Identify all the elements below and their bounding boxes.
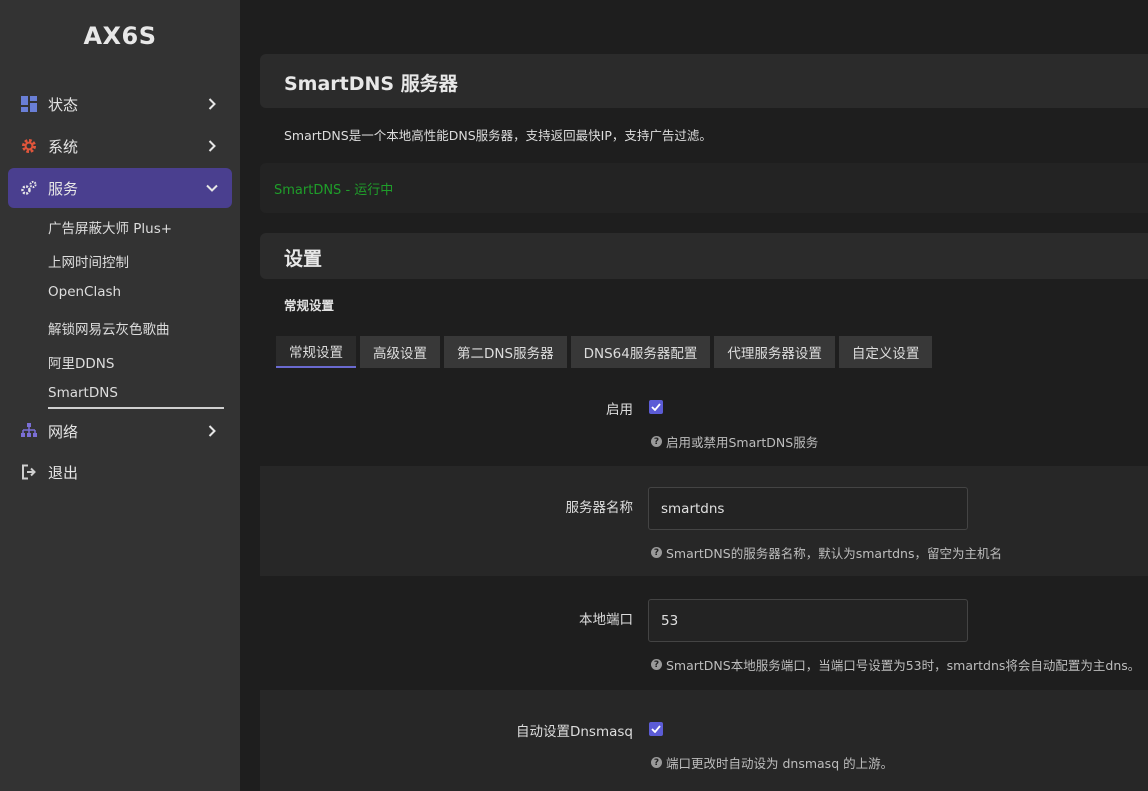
sidebar-item-label: 服务 <box>48 179 79 198</box>
help-text: SmartDNS本地服务端口，当端口号设置为53时，smartdns将会自动配置… <box>666 658 1141 673</box>
help-text: 端口更改时自动设为 dnsmasq 的上游。 <box>666 756 894 771</box>
auto-dnsmasq-help: ? 端口更改时自动设为 dnsmasq 的上游。 <box>651 753 893 772</box>
sidebar-subitem-smartdns[interactable]: SmartDNS <box>48 385 118 401</box>
auto-dnsmasq-label: 自动设置Dnsmasq <box>515 724 633 740</box>
sidebar-item-label: 状态 <box>48 95 79 114</box>
sidebar-item-network[interactable]: 网络 <box>8 411 232 451</box>
help-text: 启用或禁用SmartDNS服务 <box>666 435 819 450</box>
sidebar-item-logout[interactable]: 退出 <box>8 452 232 492</box>
settings-header <box>260 233 1148 279</box>
tab-second-dns[interactable]: 第二DNS服务器 <box>444 336 567 368</box>
sidebar-item-label: 网络 <box>48 422 79 441</box>
sidebar-subitem-unblock-music[interactable]: 解锁网易云灰色歌曲 <box>48 318 170 338</box>
sidebar-subitem-adblock[interactable]: 广告屏蔽大师 Plus+ <box>48 217 172 237</box>
active-subitem-indicator <box>48 407 224 409</box>
sidebar-item-services[interactable]: 服务 <box>8 168 232 208</box>
enable-checkbox[interactable] <box>649 400 663 414</box>
settings-title: 设置 <box>284 248 323 270</box>
auto-dnsmasq-checkbox[interactable] <box>649 722 663 736</box>
gear-icon <box>20 137 38 155</box>
check-icon <box>651 725 661 733</box>
row-auto-dnsmasq <box>260 690 1148 791</box>
tab-dns64[interactable]: DNS64服务器配置 <box>570 336 711 368</box>
chevron-down-icon <box>204 180 220 196</box>
server-name-input[interactable] <box>648 487 968 530</box>
sidebar: AX6S 状态 系统 服务 广告屏蔽大师 Plus+ 上网时间控制 OpenCl… <box>0 0 240 791</box>
chevron-right-icon <box>204 96 220 112</box>
page-description: SmartDNS是一个本地高性能DNS服务器，支持返回最快IP，支持广告过滤。 <box>284 128 712 143</box>
service-status: SmartDNS - 运行中 <box>274 183 394 198</box>
local-port-input[interactable] <box>648 599 968 642</box>
check-icon <box>651 403 661 411</box>
local-port-help: ? SmartDNS本地服务端口，当端口号设置为53时，smartdns将会自动… <box>651 655 1140 674</box>
sidebar-item-system[interactable]: 系统 <box>8 126 232 166</box>
help-icon: ? <box>651 436 662 447</box>
sidebar-subitem-openclash[interactable]: OpenClash <box>48 284 121 300</box>
dashboard-icon <box>20 95 38 113</box>
server-name-help: ? SmartDNS的服务器名称，默认为smartdns，留空为主机名 <box>651 543 1002 562</box>
subsection-title: 常规设置 <box>284 298 335 313</box>
local-port-label: 本地端口 <box>579 612 633 628</box>
sidebar-item-status[interactable]: 状态 <box>8 84 232 124</box>
tab-general[interactable]: 常规设置 <box>276 336 356 368</box>
settings-tabs: 常规设置 高级设置 第二DNS服务器 DNS64服务器配置 代理服务器设置 自定… <box>276 336 936 368</box>
tab-advanced[interactable]: 高级设置 <box>360 336 440 368</box>
enable-label: 启用 <box>606 402 633 418</box>
sidebar-subitem-time-control[interactable]: 上网时间控制 <box>48 251 129 271</box>
tab-custom[interactable]: 自定义设置 <box>838 336 933 368</box>
help-text: SmartDNS的服务器名称，默认为smartdns，留空为主机名 <box>666 546 1002 561</box>
sidebar-item-label: 系统 <box>48 137 79 156</box>
help-icon: ? <box>651 757 662 768</box>
help-icon: ? <box>651 547 662 558</box>
server-name-label: 服务器名称 <box>565 500 634 516</box>
sidebar-subitem-ali-ddns[interactable]: 阿里DDNS <box>48 352 114 372</box>
brand-logo: AX6S <box>83 22 157 50</box>
cogs-icon <box>20 179 38 197</box>
tab-proxy[interactable]: 代理服务器设置 <box>714 336 835 368</box>
sitemap-icon <box>20 422 38 440</box>
chevron-right-icon <box>204 423 220 439</box>
help-icon: ? <box>651 659 662 670</box>
sidebar-item-label: 退出 <box>48 463 79 482</box>
chevron-right-icon <box>204 138 220 154</box>
enable-help: ? 启用或禁用SmartDNS服务 <box>651 432 818 451</box>
page-title: SmartDNS 服务器 <box>284 73 458 95</box>
sign-out-icon <box>20 463 38 481</box>
